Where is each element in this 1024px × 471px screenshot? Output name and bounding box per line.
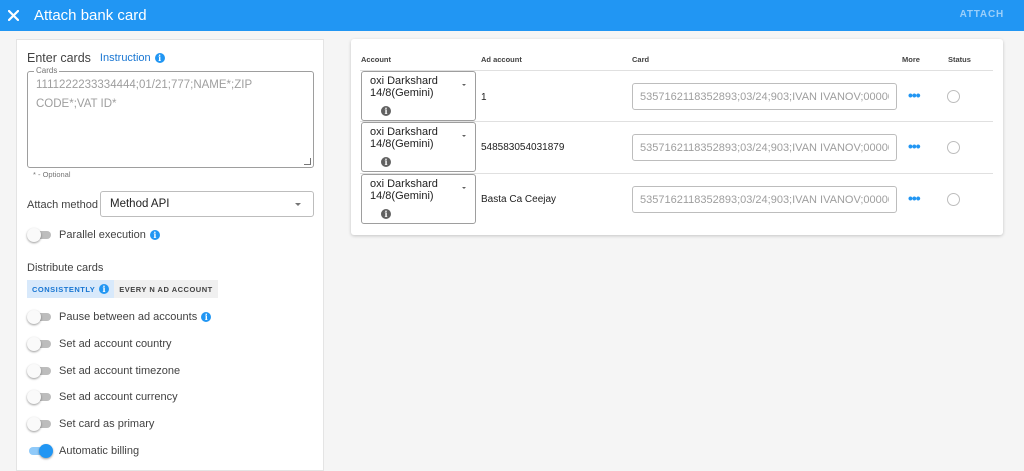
set-currency-row: Set ad account currency (27, 390, 178, 404)
set-country-row: Set ad account country (27, 337, 172, 351)
status-indicator (947, 193, 960, 206)
set-timezone-label: Set ad account timezone (59, 365, 181, 377)
automatic-billing-label: Automatic billing (59, 445, 140, 457)
ad-account-cell: 1 (481, 92, 487, 103)
info-icon[interactable]: i (154, 53, 165, 63)
column-header-more: More (902, 55, 920, 64)
column-header-account: Account (361, 55, 391, 64)
column-header-ad-account: Ad account (481, 55, 522, 64)
consistently-button[interactable]: CONSISTENTLY i (27, 280, 115, 298)
set-timezone-toggle[interactable] (27, 364, 53, 378)
automatic-billing-row: Automatic billing (27, 444, 139, 458)
column-header-card: Card (632, 55, 650, 64)
set-timezone-row: Set ad account timezone (27, 364, 180, 378)
enter-cards-row: Enter cards Instruction i (27, 51, 165, 65)
status-indicator (947, 90, 960, 103)
page-title: Attach bank card (34, 7, 147, 24)
account-select[interactable]: oxi Darkshard 14/8(Gemini) i (361, 174, 476, 224)
set-primary-row: Set card as primary (27, 417, 154, 431)
optional-note: * - Optional (33, 170, 71, 179)
cards-table: Account Ad account Card More Status oxi … (351, 39, 1003, 235)
account-sub: 14/8(Gemini) (370, 87, 434, 99)
account-sub: 14/8(Gemini) (370, 190, 434, 202)
info-icon[interactable]: i (381, 157, 391, 167)
chevron-down-icon (462, 135, 466, 137)
attach-method-label: Attach method (27, 199, 98, 211)
attach-button[interactable]: ATTACH (960, 9, 1004, 20)
info-icon[interactable]: i (201, 312, 212, 322)
close-button[interactable] (0, 0, 26, 31)
set-currency-toggle[interactable] (27, 390, 53, 404)
set-country-label: Set ad account country (59, 338, 172, 350)
card-input[interactable] (632, 83, 897, 110)
account-name: oxi Darkshard (370, 75, 438, 87)
parallel-execution-toggle[interactable] (27, 228, 53, 242)
card-input[interactable] (632, 186, 897, 213)
account-sub: 14/8(Gemini) (370, 138, 434, 150)
parallel-execution-row: Parallel execution i (27, 228, 160, 242)
cards-field: Cards (27, 66, 314, 168)
info-icon[interactable]: i (99, 284, 110, 294)
instruction-link[interactable]: Instruction (100, 52, 151, 64)
ad-account-cell: 548583054031879 (481, 142, 565, 153)
set-country-toggle[interactable] (27, 337, 53, 351)
info-icon[interactable]: i (149, 230, 160, 240)
more-dots-icon[interactable]: ••• (908, 87, 921, 103)
account-name: oxi Darkshard (370, 178, 438, 190)
settings-panel: Enter cards Instruction i Cards * - Opti… (16, 39, 324, 471)
parallel-execution-label: Parallel execution (59, 229, 146, 241)
header-bar: Attach bank card ATTACH (0, 0, 1024, 31)
resize-handle[interactable] (304, 158, 311, 165)
distribute-mode-toggle: CONSISTENTLY i EVERY N AD ACCOUNT (27, 280, 218, 298)
set-primary-toggle[interactable] (27, 417, 53, 431)
chevron-down-icon (462, 84, 466, 86)
column-header-status: Status (948, 55, 971, 64)
attach-method-select[interactable]: Method API (100, 191, 314, 217)
distribute-cards-label: Distribute cards (27, 262, 104, 274)
account-select[interactable]: oxi Darkshard 14/8(Gemini) i (361, 71, 476, 121)
account-select[interactable]: oxi Darkshard 14/8(Gemini) i (361, 122, 476, 172)
automatic-billing-toggle[interactable] (27, 444, 53, 458)
enter-cards-label: Enter cards (27, 51, 91, 65)
more-dots-icon[interactable]: ••• (908, 138, 921, 154)
cards-textarea[interactable] (28, 72, 313, 167)
pause-between-row: Pause between ad accounts i (27, 310, 212, 324)
close-icon (7, 10, 19, 21)
status-indicator (947, 141, 960, 154)
pause-between-label: Pause between ad accounts (59, 311, 198, 323)
chevron-down-icon (462, 187, 466, 189)
info-icon[interactable]: i (381, 106, 391, 116)
more-dots-icon[interactable]: ••• (908, 190, 921, 206)
set-currency-label: Set ad account currency (59, 391, 178, 403)
ad-account-cell: Basta Ca Ceejay (481, 194, 557, 205)
pause-between-toggle[interactable] (27, 310, 53, 324)
info-icon[interactable]: i (381, 209, 391, 219)
chevron-down-icon (295, 203, 301, 206)
attach-method-value: Method API (110, 198, 170, 210)
every-n-ad-account-button[interactable]: EVERY N AD ACCOUNT (114, 280, 218, 298)
set-primary-label: Set card as primary (59, 418, 155, 430)
account-name: oxi Darkshard (370, 126, 438, 138)
card-input[interactable] (632, 134, 897, 161)
